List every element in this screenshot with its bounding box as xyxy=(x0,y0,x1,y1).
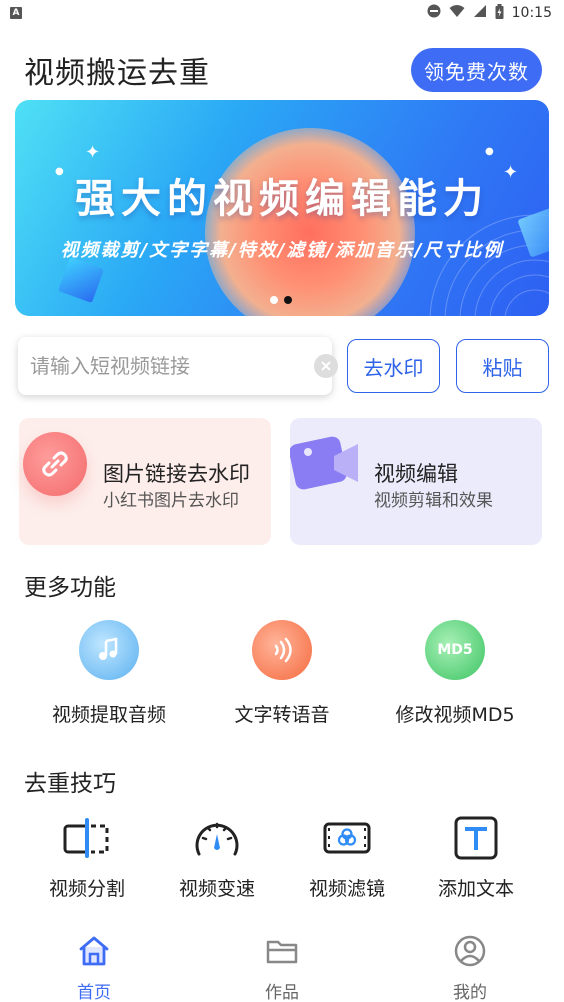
video-folder-icon xyxy=(289,430,362,492)
tip-label: 视频变速 xyxy=(178,878,255,900)
bottom-nav: 首页 作品 我的 xyxy=(0,928,564,1002)
filter-icon xyxy=(323,816,371,860)
video-link-input[interactable] xyxy=(30,337,290,395)
text-icon xyxy=(452,816,500,860)
tip-label: 视频分割 xyxy=(48,878,125,900)
banner-title: 强大的视频编辑能力 xyxy=(75,176,489,222)
tip-label: 视频滤镜 xyxy=(308,878,385,900)
pagination-dot-active[interactable] xyxy=(284,296,292,304)
profile-icon xyxy=(453,934,487,968)
card-title: 视频编辑 xyxy=(374,462,458,486)
status-bar: A 10:15 xyxy=(0,0,564,26)
nav-home[interactable]: 首页 xyxy=(34,934,154,1002)
pagination-dot[interactable] xyxy=(270,296,278,304)
nav-label: 首页 xyxy=(77,983,111,1002)
section-title-more: 更多功能 xyxy=(24,575,116,601)
sparkle-icon: ✦ xyxy=(85,142,101,163)
more-item-label: 修改视频MD5 xyxy=(395,704,515,726)
card-subtitle: 小红书图片去水印 xyxy=(103,491,239,511)
banner-pagination xyxy=(270,296,292,304)
modify-md5-button[interactable]: MD5 修改视频MD5 xyxy=(375,620,535,730)
add-text-button[interactable]: 添加文本 xyxy=(411,812,541,902)
speed-gauge-icon xyxy=(193,816,241,860)
paste-button[interactable]: 粘贴 xyxy=(456,339,549,393)
section-title-tips: 去重技巧 xyxy=(24,771,116,797)
video-filter-button[interactable]: 视频滤镜 xyxy=(282,812,412,902)
signal-icon xyxy=(473,4,487,22)
video-edit-card[interactable]: 视频编辑 视频剪辑和效果 xyxy=(289,418,542,545)
banner-carousel[interactable]: ✦ ● ✦ ● 强大的视频编辑能力 视频裁剪/文字字幕/特效/滤镜/添加音乐/尺… xyxy=(15,100,549,316)
remove-watermark-button[interactable]: 去水印 xyxy=(347,339,440,393)
video-split-button[interactable]: 视频分割 xyxy=(22,812,152,902)
banner-subtitle: 视频裁剪/文字字幕/特效/滤镜/添加音乐/尺寸比例 xyxy=(60,240,504,261)
music-icon xyxy=(79,620,139,680)
card-subtitle: 视频剪辑和效果 xyxy=(374,491,493,511)
sparkle-icon: ● xyxy=(485,146,494,157)
free-count-button[interactable]: 领免费次数 xyxy=(411,48,542,92)
nav-label: 我的 xyxy=(453,983,487,1002)
home-icon xyxy=(77,934,111,968)
header: 视频搬运去重 领免费次数 xyxy=(0,44,564,94)
cube-decoration xyxy=(57,256,105,304)
status-time: 10:15 xyxy=(511,5,552,21)
folder-icon xyxy=(265,934,299,968)
video-speed-button[interactable]: 视频变速 xyxy=(152,812,282,902)
more-item-label: 文字转语音 xyxy=(234,704,330,726)
battery-icon xyxy=(495,3,504,23)
clear-icon[interactable] xyxy=(314,354,338,378)
wifi-icon xyxy=(449,4,465,22)
text-to-speech-button[interactable]: 文字转语音 xyxy=(202,620,362,730)
page-title: 视频搬运去重 xyxy=(24,56,210,91)
tip-label: 添加文本 xyxy=(437,878,514,900)
nav-works[interactable]: 作品 xyxy=(222,934,342,1002)
card-title: 图片链接去水印 xyxy=(103,462,250,486)
image-watermark-card[interactable]: 图片链接去水印 小红书图片去水印 xyxy=(19,418,271,545)
notification-a-icon: A xyxy=(10,7,22,19)
sound-wave-icon xyxy=(252,620,312,680)
extract-audio-button[interactable]: 视频提取音频 xyxy=(29,620,189,730)
dnd-icon xyxy=(427,4,441,22)
more-item-label: 视频提取音频 xyxy=(51,704,166,726)
nav-label: 作品 xyxy=(265,983,299,1002)
link-search-box xyxy=(18,337,338,395)
md5-icon: MD5 xyxy=(425,620,485,680)
split-icon xyxy=(63,816,111,860)
link-icon xyxy=(23,432,87,496)
nav-mine[interactable]: 我的 xyxy=(410,934,530,1002)
